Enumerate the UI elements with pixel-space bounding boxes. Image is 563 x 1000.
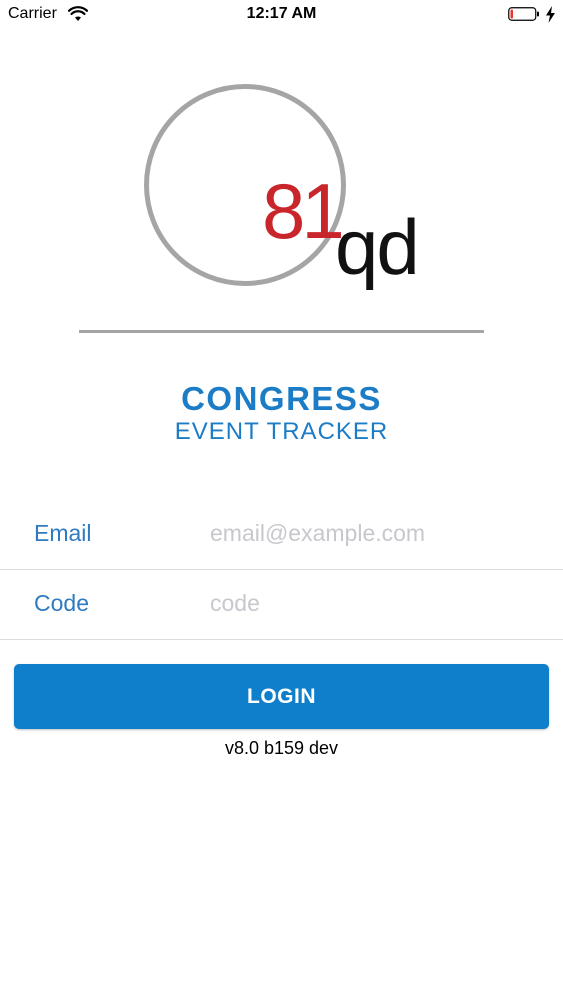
email-field[interactable] [210,514,540,552]
logo-letters: qd [335,203,420,291]
app-logo: 81 qd [140,80,430,300]
charging-bolt-icon [546,6,555,23]
login-button[interactable]: LOGIN [14,664,549,729]
battery-low-icon [508,7,539,21]
code-row: Code [0,569,563,640]
email-label: Email [34,520,92,546]
logo-number: 81 [262,167,345,255]
version-label: v8.0 b159 dev [224,738,339,758]
status-bar: Carrier 12:17 AM [0,0,563,30]
app-title: CONGRESS [181,380,382,417]
app-subtitle: EVENT TRACKER [174,418,389,445]
logo-divider [79,330,484,333]
code-label: Code [34,590,89,616]
email-row: Email [0,500,563,569]
code-field[interactable] [210,584,540,622]
status-time: 12:17 AM [246,5,317,22]
